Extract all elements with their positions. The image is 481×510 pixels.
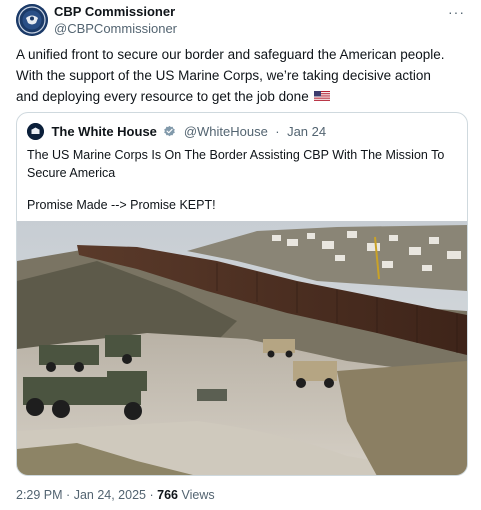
quoted-date[interactable]: Jan 24 — [287, 124, 326, 139]
tweet-text-line-2: With the support of the US Marine Corps,… — [16, 68, 431, 83]
tweet-text-line-3: and deploying every resource to get the … — [16, 89, 309, 104]
tweet-card: CBP Commissioner @CBPCommissioner ··· A … — [0, 0, 481, 510]
cbp-seal-icon[interactable] — [16, 4, 48, 36]
verified-badge-icon — [164, 126, 176, 137]
footer-separator: · — [66, 488, 71, 502]
tweet-header: CBP Commissioner @CBPCommissioner ··· — [16, 4, 469, 38]
us-flag-icon — [314, 91, 331, 102]
author-handle[interactable]: @CBPCommissioner — [54, 21, 177, 37]
views-label: Views — [181, 488, 215, 502]
quoted-tweet[interactable]: The White House @WhiteHouse · Jan 24 The… — [16, 112, 468, 476]
white-house-avatar[interactable] — [27, 123, 44, 141]
quoted-display-name[interactable]: The White House — [51, 124, 156, 139]
quoted-text-line-1: The US Marine Corps Is On The Border Ass… — [27, 148, 445, 162]
quoted-text-line-2: Secure America — [27, 166, 116, 180]
border-wall-photo[interactable] — [17, 221, 467, 475]
tweet-footer: 2:29 PM · Jan 24, 2025 · 766 Views — [16, 488, 215, 502]
quoted-handle[interactable]: @WhiteHouse — [184, 124, 268, 139]
tweet-text-line-1: A unified front to secure our border and… — [16, 47, 445, 62]
quoted-separator: · — [275, 124, 280, 140]
footer-separator-2: · — [149, 488, 154, 502]
tweet-text: A unified front to secure our border and… — [16, 44, 468, 107]
tweet-time[interactable]: 2:29 PM — [16, 488, 63, 502]
quoted-text-line-3: Promise Made --> Promise KEPT! — [27, 198, 216, 212]
tweet-date[interactable]: Jan 24, 2025 — [74, 488, 146, 502]
quoted-tweet-header: The White House @WhiteHouse · Jan 24 — [27, 123, 326, 141]
views-count[interactable]: 766 — [157, 488, 178, 502]
more-dots-icon[interactable]: ··· — [448, 4, 465, 20]
author-display-name[interactable]: CBP Commissioner — [54, 4, 177, 20]
author-names: CBP Commissioner @CBPCommissioner — [54, 4, 177, 37]
quoted-tweet-text: The US Marine Corps Is On The Border Ass… — [27, 146, 457, 214]
